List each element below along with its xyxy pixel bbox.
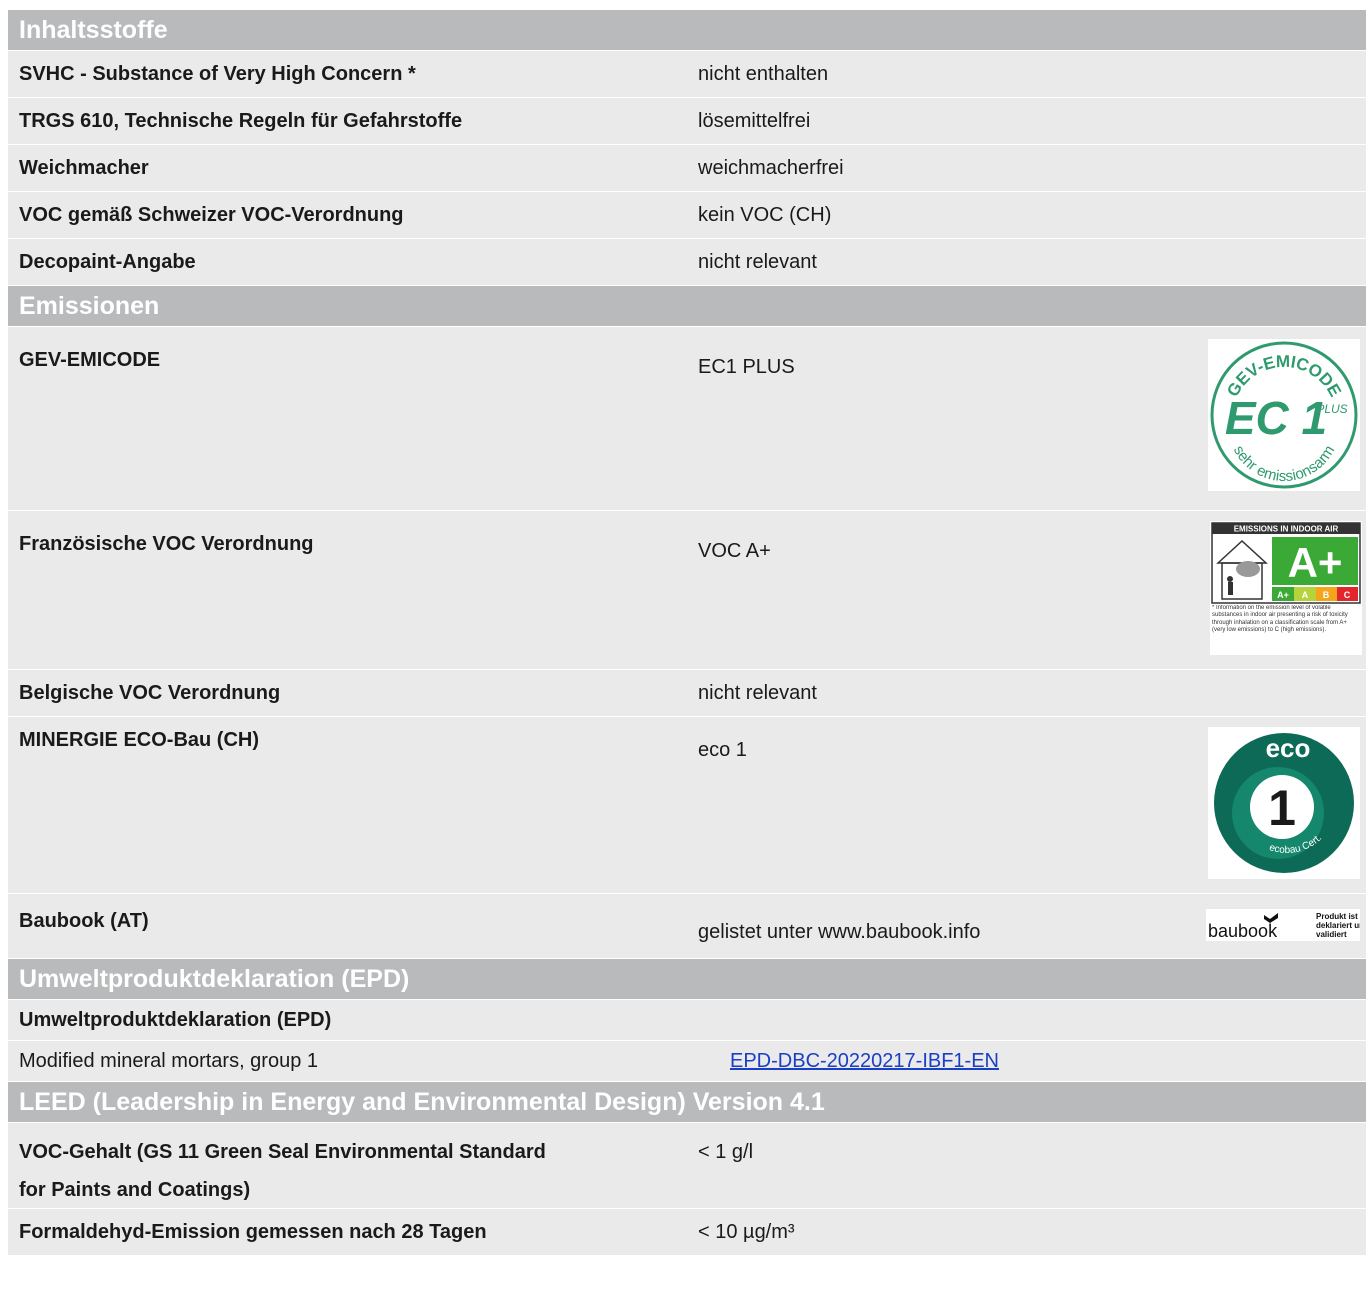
row-value: VOC A+ [698,540,771,562]
table-row: VOC gemäß Schweizer VOC-Verordnung kein … [8,192,1366,239]
row-value: nicht relevant [698,251,817,273]
svg-text:validiert: validiert [1316,930,1347,939]
row-label: SVHC - Substance of Very High Concern * [19,63,416,85]
section-header-emissionen: Emissionen [8,286,1366,327]
svg-text:Produkt ist: Produkt ist [1316,912,1358,921]
table-row: VOC-Gehalt (GS 11 Green Seal Environment… [8,1123,1366,1209]
svg-text:EC 1: EC 1 [1225,392,1327,444]
svg-text:A+: A+ [1288,539,1343,586]
table-row: Formaldehyd-Emission gemessen nach 28 Ta… [8,1209,1366,1256]
svg-text:PLUS: PLUS [1316,402,1347,416]
row-value: kein VOC (CH) [698,204,832,226]
epd-product-group: Modified mineral mortars, group 1 [19,1050,319,1072]
section-header-leed: LEED (Leadership in Energy and Environme… [8,1082,1366,1123]
svg-text:eco: eco [1266,733,1311,763]
svg-text:deklariert und: deklariert und [1316,921,1360,930]
table-row: SVHC - Substance of Very High Concern * … [8,51,1366,98]
row-label: MINERGIE ECO-Bau (CH) [19,729,259,751]
svg-text:A: A [1302,590,1309,600]
product-data-sheet: Inhaltsstoffe SVHC - Substance of Very H… [8,10,1366,1256]
section-header-epd: Umweltproduktdeklaration (EPD) [8,959,1366,1000]
table-row: MINERGIE ECO-Bau (CH) eco 1 eco 1 ecobau… [8,717,1366,894]
row-label-line: for Paints and Coatings) [19,1179,251,1201]
row-value: EC1 PLUS [698,356,795,378]
svg-text:C: C [1344,590,1351,600]
minergie-eco-1-logo-icon: eco 1 ecobau Cert. [1208,727,1360,879]
epd-subheading: Umweltproduktdeklaration (EPD) [19,1009,332,1031]
row-value: < 1 g/l [698,1141,754,1163]
row-label: GEV-EMICODE [19,349,161,371]
row-label-line: VOC-Gehalt (GS 11 Green Seal Environment… [19,1141,546,1163]
row-label: TRGS 610, Technische Regeln für Gefahrst… [19,110,463,132]
svg-text:1: 1 [1268,780,1296,836]
section-header-inhaltsstoffe: Inhaltsstoffe [8,10,1366,51]
indoor-air-footnote: * Information on the emission level of v… [1212,605,1348,634]
svg-text:A+: A+ [1277,590,1289,600]
epd-document-link[interactable]: EPD-DBC-20220217-IBF1-EN [730,1041,999,1081]
row-value: eco 1 [698,739,747,761]
baubook-logo-icon: baubook Produkt ist deklariert und valid… [1206,909,1360,941]
row-label: Weichmacher [19,157,149,179]
row-value: gelistet unter www.baubook.info [698,921,981,943]
row-label: Baubook (AT) [19,910,149,932]
epd-subheading-row: Umweltproduktdeklaration (EPD) [8,1000,1366,1041]
row-label: Belgische VOC Verordnung [19,682,281,704]
table-row: Decopaint-Angabe nicht relevant [8,239,1366,286]
svg-text:EMISSIONS IN INDOOR AIR: EMISSIONS IN INDOOR AIR [1234,525,1339,534]
table-row: Französische VOC Verordnung VOC A+ EMISS… [8,511,1366,670]
row-label: VOC-Gehalt (GS 11 Green Seal Environment… [19,1133,546,1209]
row-value: lösemittelfrei [698,110,811,132]
table-row: Belgische VOC Verordnung nicht relevant [8,670,1366,717]
gev-emicode-ec1-plus-logo-icon: GEV-EMICODE sehr emissionsarm EC 1 PLUS [1208,339,1360,491]
row-value: nicht relevant [698,682,817,704]
row-label: Französische VOC Verordnung [19,533,314,555]
row-value: weichmacherfrei [698,157,844,179]
row-label: Formaldehyd-Emission gemessen nach 28 Ta… [19,1221,487,1243]
row-label: VOC gemäß Schweizer VOC-Verordnung [19,204,404,226]
svg-text:B: B [1323,590,1330,600]
table-row: Baubook (AT) gelistet unter www.baubook.… [8,894,1366,959]
row-label: Decopaint-Angabe [19,251,196,273]
row-value: nicht enthalten [698,63,829,85]
table-row: Weichmacher weichmacherfrei [8,145,1366,192]
emissions-indoor-air-label-icon: EMISSIONS IN INDOOR AIR A+ A+ A B C * In… [1210,521,1362,655]
svg-text:baubook: baubook [1208,921,1278,941]
table-row: GEV-EMICODE EC1 PLUS GEV-EMICODE sehr em… [8,327,1366,511]
row-value: < 10 µg/m³ [698,1221,795,1243]
table-row: TRGS 610, Technische Regeln für Gefahrst… [8,98,1366,145]
table-row: Modified mineral mortars, group 1 EPD-DB… [8,1041,1366,1082]
